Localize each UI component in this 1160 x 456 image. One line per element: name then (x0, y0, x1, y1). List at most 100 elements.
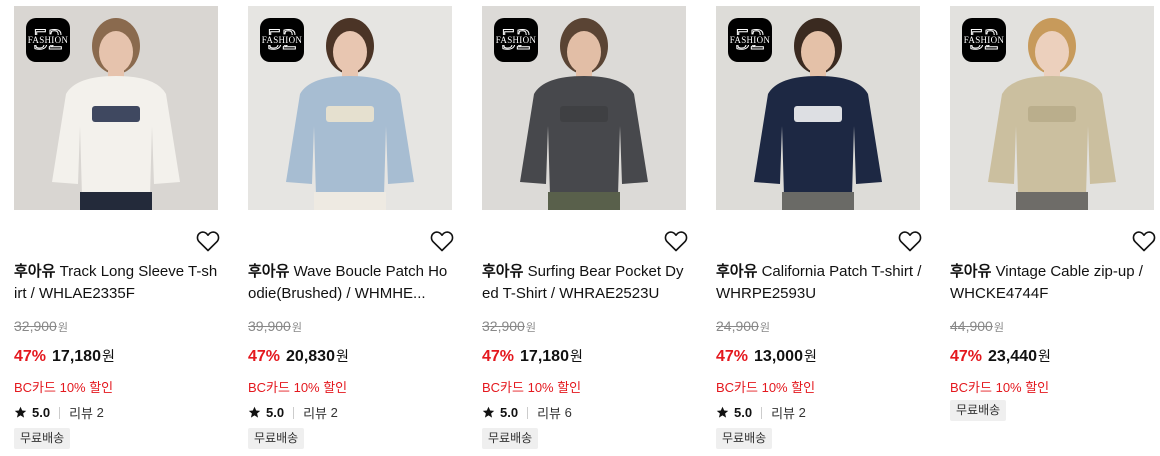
card-discount-promo: BC카드 10% 할인 (14, 380, 114, 395)
sale-price-row: 47% 13,000원 (716, 346, 817, 366)
free-shipping-tag: 무료배송 (482, 428, 539, 449)
product-image[interactable]: 52 FASHION (482, 6, 686, 210)
divider (59, 406, 61, 419)
card-discount-promo: BC카드 10% 할인 (482, 380, 582, 395)
card-discount-promo: BC카드 10% 할인 (950, 380, 1050, 395)
product-card[interactable]: 52 FASHION 후아유 Surfing Bear Pocket Dyed … (482, 6, 688, 449)
review-label: 리뷰 (303, 406, 327, 421)
review-summary[interactable]: 5.0 리뷰 2 (14, 403, 104, 422)
original-price-currency: 원 (993, 322, 1004, 334)
product-title[interactable]: 후아유 Vintage Cable zip-up / WHCKE4744F (950, 261, 1156, 305)
sale-price-row: 47% 23,440원 (950, 346, 1051, 366)
sale-price: 23,440 (988, 348, 1037, 365)
wishlist-heart-icon[interactable] (664, 230, 688, 252)
sale-price-row: 47% 20,830원 (248, 346, 349, 366)
heart-icon (196, 231, 220, 252)
brand-name: 후아유 (716, 263, 758, 280)
sale-price-row: 47% 17,180원 (482, 346, 583, 366)
wishlist-heart-icon[interactable] (196, 230, 220, 252)
product-grid: 52 FASHION 후아유 Track Long Sleeve T-shirt… (0, 0, 1160, 456)
discount-rate: 47% (14, 348, 47, 365)
review-count: 2 (330, 405, 338, 420)
brand-name: 후아유 (950, 263, 992, 280)
product-image[interactable]: 52 FASHION (716, 6, 920, 210)
review-count: 2 (798, 405, 806, 420)
review-count: 2 (96, 405, 104, 420)
brand-name: 후아유 (482, 263, 524, 280)
sale-price-currency: 원 (1037, 348, 1051, 364)
product-card[interactable]: 52 FASHION 후아유 Wave Boucle Patch Hoodie(… (248, 6, 454, 449)
original-price: 32,900원 (14, 318, 68, 335)
rating-score: 5.0 (266, 405, 285, 420)
original-price-amount: 32,900 (482, 318, 525, 334)
product-card[interactable]: 52 FASHION 후아유 Track Long Sleeve T-shirt… (14, 6, 220, 449)
sale-price-currency: 원 (101, 348, 115, 364)
review-label: 리뷰 (537, 406, 561, 421)
sale-price: 17,180 (520, 348, 569, 365)
fashion-52-badge: 52 FASHION (962, 18, 1006, 62)
badge-word: FASHION (26, 35, 70, 45)
sale-price-currency: 원 (335, 348, 349, 364)
sale-price-currency: 원 (803, 348, 817, 364)
heart-icon (1132, 231, 1156, 252)
star-icon (14, 406, 27, 418)
product-image[interactable]: 52 FASHION (14, 6, 218, 210)
product-title[interactable]: 후아유 Track Long Sleeve T-shirt / WHLAE233… (14, 261, 220, 305)
fashion-52-badge: 52 FASHION (26, 18, 70, 62)
wishlist-heart-icon[interactable] (1132, 230, 1156, 252)
heart-icon (664, 231, 688, 252)
fashion-52-badge: 52 FASHION (728, 18, 772, 62)
product-card[interactable]: 52 FASHION 후아유 Vintage Cable zip-up / WH… (950, 6, 1156, 421)
badge-word: FASHION (728, 35, 772, 45)
star-icon (716, 406, 729, 418)
wishlist-heart-icon[interactable] (430, 230, 454, 252)
original-price-currency: 원 (525, 322, 536, 334)
discount-rate: 47% (716, 348, 749, 365)
product-card[interactable]: 52 FASHION 후아유 California Patch T-shirt … (716, 6, 921, 449)
original-price: 24,900원 (716, 318, 770, 335)
discount-rate: 47% (950, 348, 983, 365)
card-discount-promo: BC카드 10% 할인 (716, 380, 816, 395)
wishlist-heart-icon[interactable] (898, 230, 922, 252)
sale-price-currency: 원 (569, 348, 583, 364)
badge-word: FASHION (260, 35, 304, 45)
original-price-currency: 원 (291, 322, 302, 334)
free-shipping-tag: 무료배송 (248, 428, 305, 449)
sale-price: 17,180 (52, 348, 101, 365)
original-price-amount: 44,900 (950, 318, 993, 334)
review-summary[interactable]: 5.0 리뷰 2 (248, 403, 338, 422)
divider (761, 406, 763, 419)
product-title[interactable]: 후아유 Wave Boucle Patch Hoodie(Brushed) / … (248, 261, 454, 305)
original-price: 39,900원 (248, 318, 302, 335)
heart-icon (430, 231, 454, 252)
discount-rate: 47% (482, 348, 515, 365)
brand-name: 후아유 (248, 263, 290, 280)
original-price-currency: 원 (57, 322, 68, 334)
sale-price: 13,000 (754, 348, 803, 365)
fashion-52-badge: 52 FASHION (494, 18, 538, 62)
card-discount-promo: BC카드 10% 할인 (248, 380, 348, 395)
free-shipping-tag: 무료배송 (950, 400, 1007, 421)
divider (293, 406, 295, 419)
badge-word: FASHION (494, 35, 538, 45)
sale-price-row: 47% 17,180원 (14, 346, 115, 366)
review-count: 6 (564, 405, 572, 420)
original-price-amount: 32,900 (14, 318, 57, 334)
review-summary[interactable]: 5.0 리뷰 2 (716, 403, 806, 422)
original-price-amount: 24,900 (716, 318, 759, 334)
review-label: 리뷰 (69, 406, 93, 421)
free-shipping-tag: 무료배송 (716, 428, 773, 449)
badge-word: FASHION (962, 35, 1006, 45)
rating-score: 5.0 (32, 405, 51, 420)
product-title[interactable]: 후아유 Surfing Bear Pocket Dyed T-Shirt / W… (482, 261, 688, 305)
review-label: 리뷰 (771, 406, 795, 421)
original-price: 32,900원 (482, 318, 536, 335)
rating-score: 5.0 (500, 405, 519, 420)
product-title[interactable]: 후아유 California Patch T-shirt / WHRPE2593… (716, 261, 922, 305)
product-image[interactable]: 52 FASHION (248, 6, 452, 210)
sale-price: 20,830 (286, 348, 335, 365)
review-summary[interactable]: 5.0 리뷰 6 (482, 403, 572, 422)
brand-name: 후아유 (14, 263, 56, 280)
product-image[interactable]: 52 FASHION (950, 6, 1154, 210)
discount-rate: 47% (248, 348, 281, 365)
